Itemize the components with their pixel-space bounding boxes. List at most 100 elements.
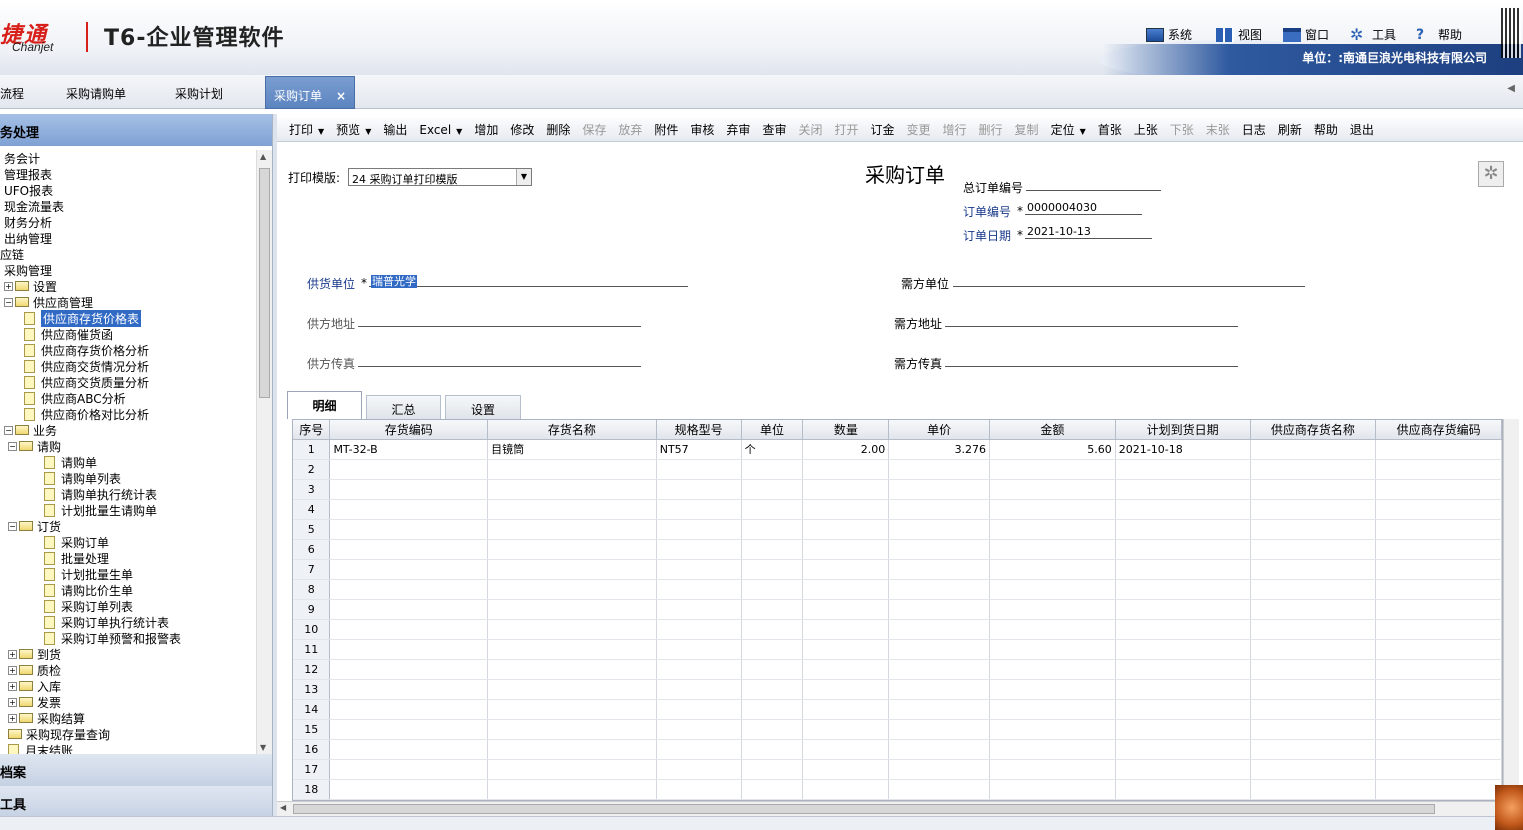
tree-item[interactable]: 请购单执行统计表 (44, 486, 157, 502)
table-cell[interactable] (1375, 459, 1502, 480)
order-no-field[interactable]: 0000004030 (1025, 201, 1142, 215)
table-cell[interactable] (1115, 659, 1251, 680)
table-cell[interactable] (741, 639, 804, 660)
table-cell[interactable] (989, 459, 1116, 480)
tree-item[interactable]: 应链 (0, 246, 24, 262)
close-icon[interactable]: × (336, 89, 346, 103)
table-cell[interactable] (487, 639, 657, 660)
table-cell[interactable] (656, 539, 742, 560)
toolbar-button[interactable]: 首张 (1092, 121, 1128, 138)
tab-process[interactable]: 流程 (0, 85, 24, 102)
nav-header-archive[interactable]: 档案 (0, 754, 272, 786)
table-cell[interactable] (802, 539, 890, 560)
table-cell[interactable] (656, 619, 742, 640)
tab-purchase-plan[interactable]: 采购计划 (175, 85, 223, 102)
demand-unit-field[interactable] (953, 273, 1305, 287)
tree-item[interactable]: + 入库 (8, 678, 61, 694)
table-cell[interactable]: NT57 (656, 439, 742, 460)
table-cell[interactable] (487, 579, 657, 600)
table-cell[interactable] (1250, 439, 1377, 460)
collapse-icon[interactable]: − (8, 521, 17, 531)
column-header[interactable]: 单位 (741, 420, 804, 440)
table-cell[interactable] (1250, 579, 1377, 600)
toolbar-button[interactable]: 修改 (504, 121, 540, 138)
table-cell[interactable] (989, 639, 1116, 660)
table-cell[interactable] (741, 479, 804, 500)
table-row[interactable]: 17 (293, 759, 1502, 780)
tree-item[interactable]: 现金流量表 (4, 198, 64, 214)
table-cell[interactable] (802, 599, 890, 620)
tree-item[interactable]: 供应商存货价格表 (24, 309, 142, 327)
table-cell[interactable] (802, 619, 890, 640)
table-cell[interactable] (1115, 559, 1251, 580)
table-cell[interactable] (888, 659, 991, 680)
table-cell[interactable] (741, 519, 804, 540)
table-cell[interactable] (1250, 479, 1377, 500)
toolbar-button[interactable]: 日志 (1236, 121, 1272, 138)
table-cell[interactable] (802, 679, 890, 700)
table-cell[interactable] (487, 559, 657, 580)
tree-item[interactable]: 供应商ABC分析 (24, 390, 126, 406)
table-cell[interactable] (1375, 499, 1502, 520)
table-cell[interactable] (1375, 719, 1502, 740)
column-header[interactable]: 规格型号 (656, 420, 742, 440)
table-cell[interactable] (487, 479, 657, 500)
table-cell[interactable] (487, 539, 657, 560)
table-row[interactable]: 13 (293, 679, 1502, 700)
nav-header-tools[interactable]: 工具 (0, 786, 272, 818)
table-cell[interactable] (656, 599, 742, 620)
table-cell[interactable] (1250, 779, 1377, 800)
tree-item[interactable]: 采购管理 (4, 262, 52, 278)
table-cell[interactable] (1375, 779, 1502, 800)
table-cell[interactable] (989, 599, 1116, 620)
table-cell[interactable]: 目镜筒 (487, 439, 657, 460)
toolbar-button[interactable]: 预览 ▼ (330, 121, 377, 138)
tree-item[interactable]: 采购订单列表 (44, 598, 133, 614)
table-cell[interactable] (1250, 559, 1377, 580)
table-cell[interactable] (1250, 459, 1377, 480)
toolbar-button[interactable]: 增加 (468, 121, 504, 138)
table-cell[interactable] (802, 519, 890, 540)
table-cell[interactable] (329, 679, 489, 700)
table-row[interactable]: 2 (293, 459, 1502, 480)
table-row[interactable]: 4 (293, 499, 1502, 520)
table-cell[interactable] (741, 679, 804, 700)
table-cell[interactable]: 个 (741, 439, 804, 460)
table-cell[interactable] (888, 719, 991, 740)
table-cell[interactable]: MT-32-B (329, 439, 489, 460)
supplier-fax-field[interactable] (358, 353, 641, 367)
table-cell[interactable] (487, 779, 657, 800)
table-cell[interactable] (487, 759, 657, 780)
table-cell[interactable] (1250, 599, 1377, 620)
expand-icon[interactable]: + (4, 281, 13, 291)
table-cell[interactable] (1375, 519, 1502, 540)
column-header[interactable]: 计划到货日期 (1115, 420, 1251, 440)
table-cell[interactable] (329, 619, 489, 640)
column-header[interactable]: 供应商存货编码 (1375, 420, 1502, 440)
table-row[interactable]: 11 (293, 639, 1502, 660)
table-cell[interactable] (888, 599, 991, 620)
table-cell[interactable] (741, 559, 804, 580)
table-cell[interactable] (329, 539, 489, 560)
table-cell[interactable] (1375, 479, 1502, 500)
table-cell[interactable] (1115, 639, 1251, 660)
column-header[interactable]: 存货名称 (487, 420, 657, 440)
table-cell[interactable] (888, 459, 991, 480)
toolbar-button[interactable]: 弃审 (720, 121, 756, 138)
table-cell[interactable] (1375, 739, 1502, 760)
tree-item[interactable]: + 采购结算 (8, 710, 85, 726)
toolbar-button[interactable]: 查审 (756, 121, 792, 138)
table-cell[interactable] (802, 579, 890, 600)
tab-detail[interactable]: 明细 (287, 391, 362, 419)
horizontal-scroll-thumb[interactable] (293, 804, 1435, 814)
tree-item[interactable]: 请购单列表 (44, 470, 121, 486)
table-cell[interactable] (1115, 779, 1251, 800)
table-cell[interactable] (989, 719, 1116, 740)
table-cell[interactable] (1250, 699, 1377, 720)
table-row[interactable]: 7 (293, 559, 1502, 580)
tree-item[interactable]: 供应商催货函 (24, 326, 113, 342)
tree-item[interactable]: 采购现存量查询 (8, 726, 110, 742)
table-cell[interactable] (329, 639, 489, 660)
table-cell[interactable] (888, 519, 991, 540)
tree-item[interactable]: 务会计 (4, 150, 40, 166)
